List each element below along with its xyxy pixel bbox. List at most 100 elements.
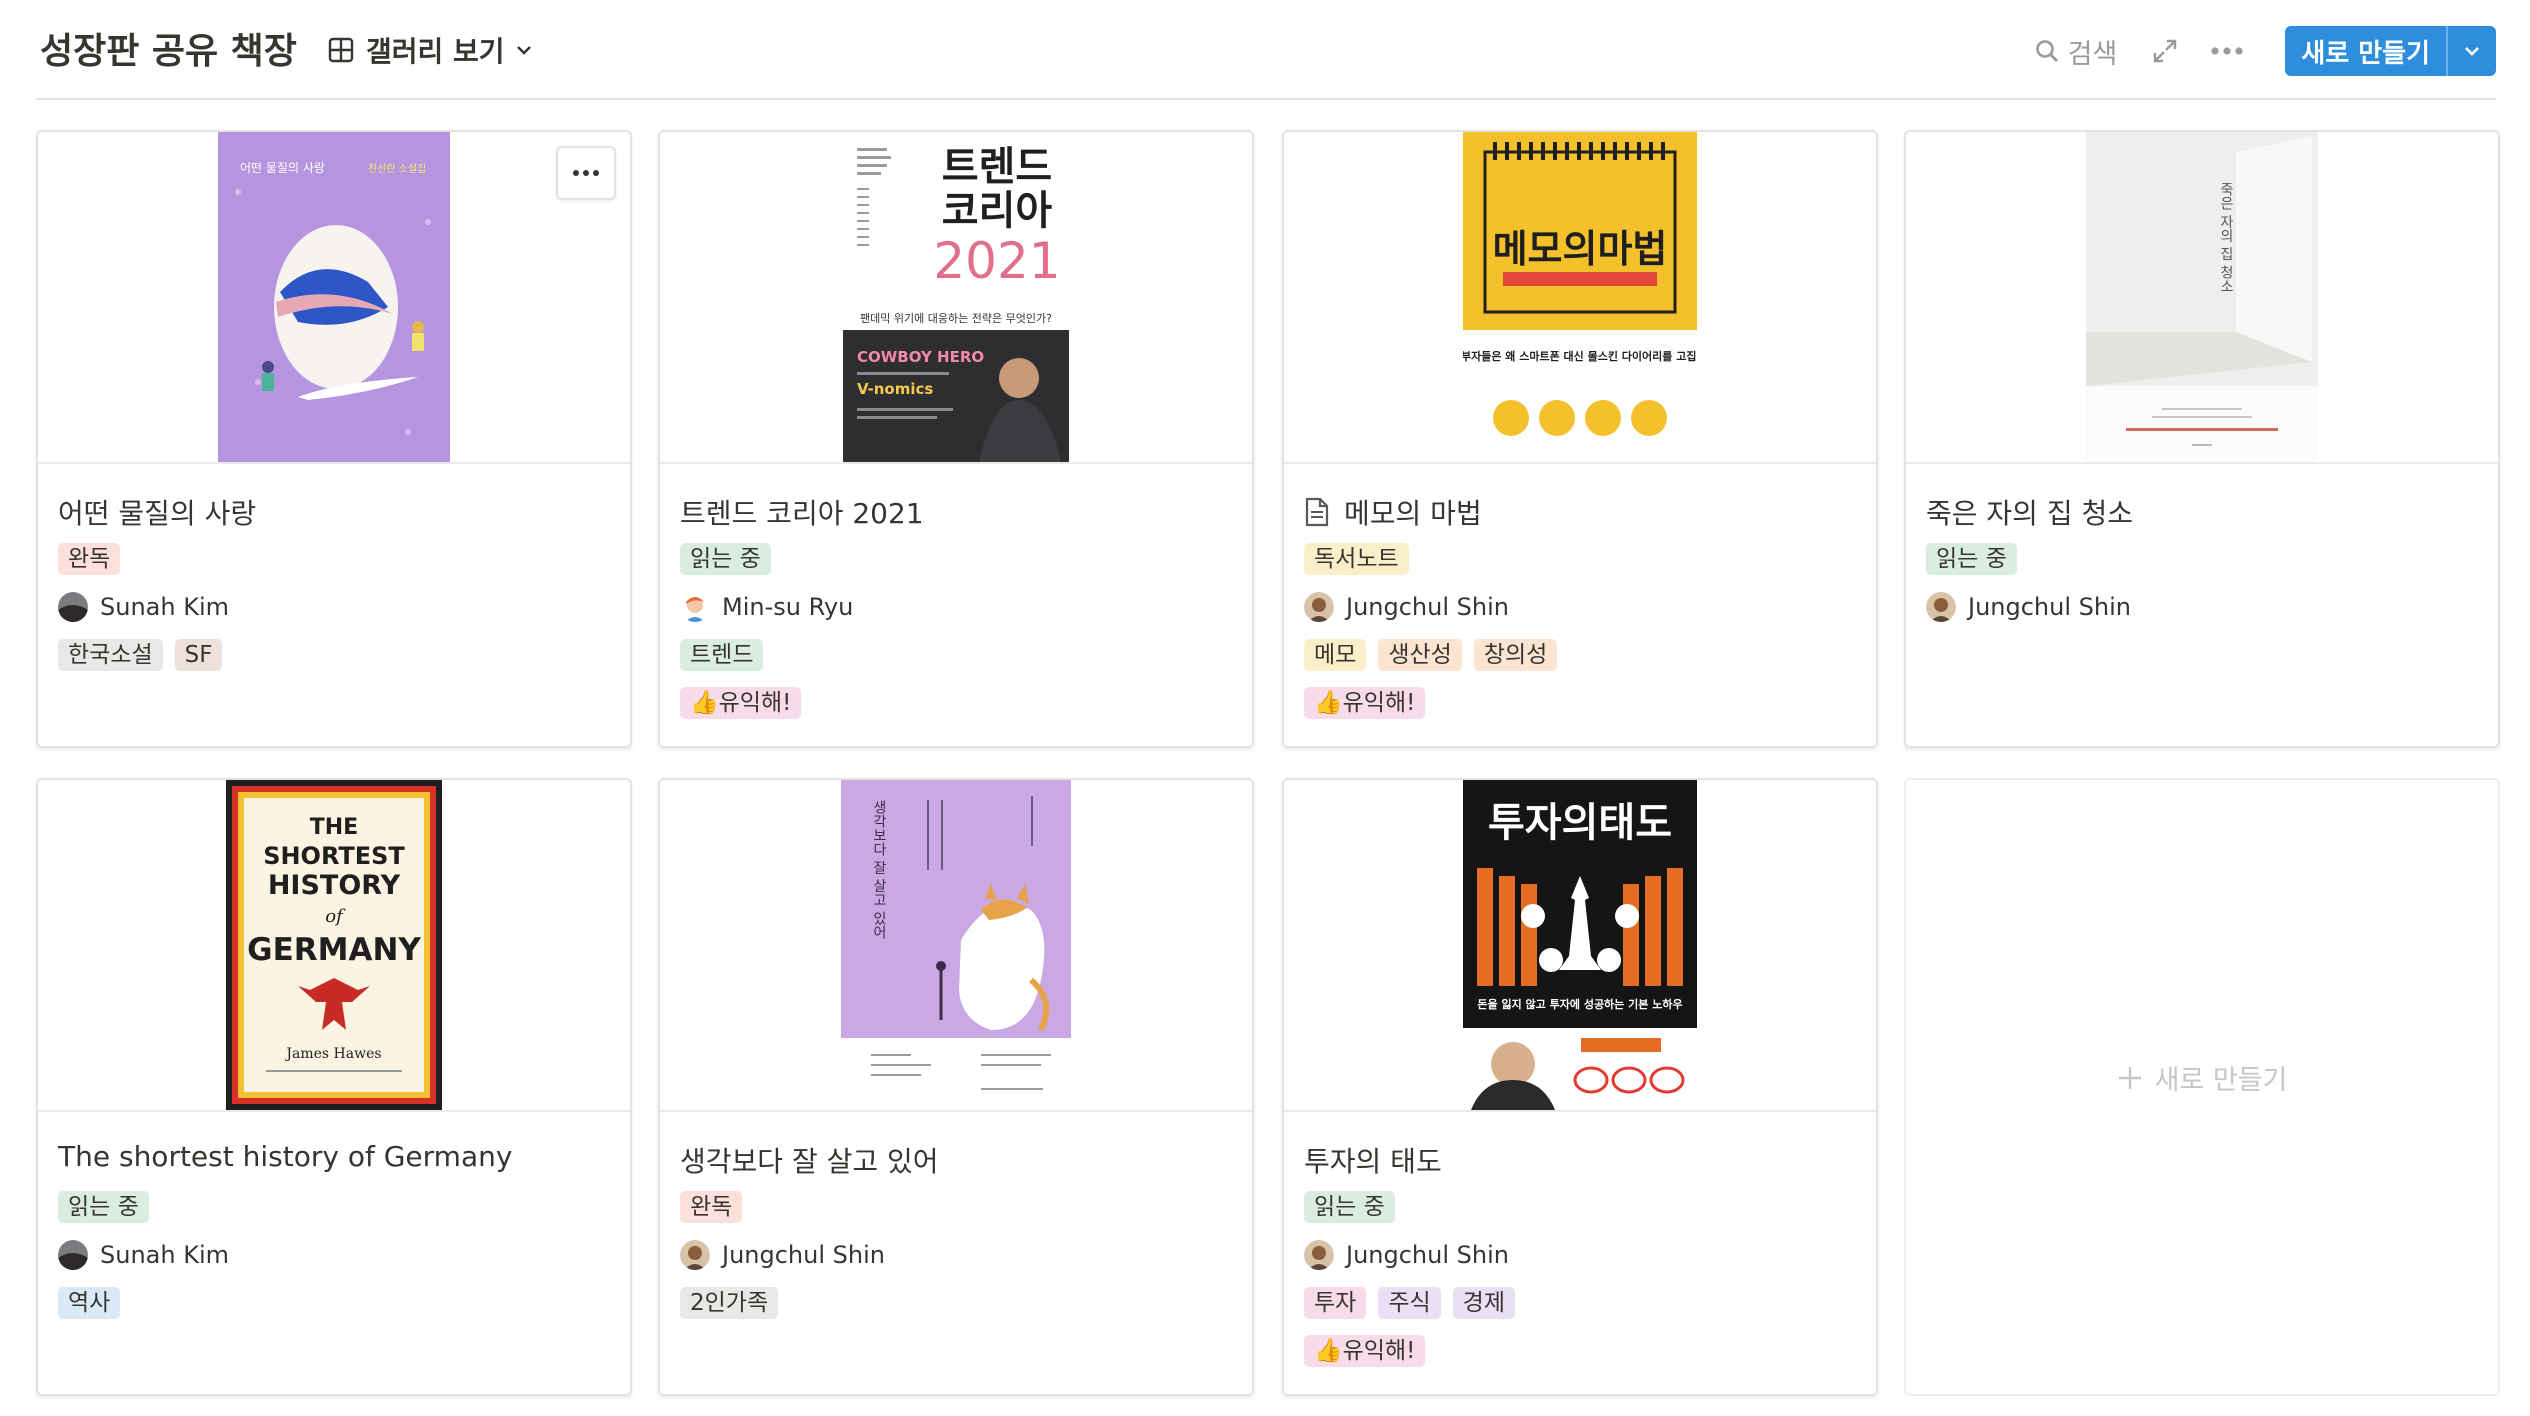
- status-row: 읽는 중: [58, 1190, 161, 1224]
- book-cover: THE SHORTEST HISTORY of GERMANY James Ha…: [38, 780, 630, 1112]
- owner-person: Min-su Ryu: [680, 592, 853, 622]
- owner-row: Min-su Ryu: [680, 590, 853, 624]
- tag: 메모: [1304, 639, 1367, 671]
- tag: 한국소설: [58, 639, 163, 671]
- extra-tag-row: 👍유익해!: [1304, 686, 1437, 720]
- database-title[interactable]: 성장판 공유 책장: [40, 22, 297, 74]
- cover-line: GERMANY: [247, 932, 421, 968]
- book-cover-image: 생각보다 잘 살고 있어: [841, 780, 1071, 1110]
- book-cover: 생각보다 잘 살고 있어: [660, 780, 1252, 1112]
- more-options-icon: [573, 170, 599, 176]
- owner-person: Jungchul Shin: [1304, 1240, 1509, 1270]
- avatar: [1926, 592, 1956, 622]
- useful-tag: 👍유익해!: [680, 687, 802, 719]
- gallery-card[interactable]: 트렌드 코리아 2021 팬데믹 위기에 대응하는 전략은 무엇인가? COWB…: [658, 130, 1254, 748]
- owner-person: Jungchul Shin: [1304, 592, 1509, 622]
- cover-line: THE: [310, 815, 358, 840]
- gallery-card[interactable]: 생각보다 잘 살고 있어 생각보다 잘 살고 있어 완독 Jungchul Sh…: [658, 778, 1254, 1396]
- card-title: The shortest history of Germany: [58, 1140, 512, 1173]
- gallery-card[interactable]: 어떤 물질의 사랑 천선란 소설집 어떤 물질의 사랑 완독 Sunah Kim…: [36, 130, 632, 748]
- status-badge: 독서노트: [1304, 543, 1409, 575]
- status-row: 읽는 중: [1926, 542, 2029, 576]
- search-icon: [2035, 40, 2058, 62]
- avatar: [680, 592, 710, 622]
- tags-row: 한국소설 SF: [58, 638, 234, 672]
- chevron-down-icon: [2465, 47, 2479, 56]
- card-title-text: The shortest history of Germany: [58, 1140, 513, 1173]
- owner-name: Min-su Ryu: [722, 593, 854, 621]
- status-badge: 읽는 중: [1304, 1191, 1395, 1223]
- view-switcher[interactable]: 갤러리 보기: [328, 30, 533, 70]
- card-title: 트렌드 코리아 2021: [680, 492, 924, 532]
- owner-person: Jungchul Shin: [680, 1240, 885, 1270]
- tag: 2인가족: [680, 1287, 779, 1319]
- owner-person: Sunah Kim: [58, 1240, 229, 1270]
- tag: 창의성: [1473, 639, 1558, 671]
- card-title-text: 투자의 태도: [1304, 1145, 1442, 1178]
- gallery-card[interactable]: 투자의태도 돈을 잃지 않고 투자에 성공하는 기본 노하우 투자의 태도 읽는…: [1282, 778, 1878, 1396]
- avatar: [1304, 1240, 1334, 1270]
- gallery-view-icon: [328, 37, 354, 63]
- status-row: 읽는 중: [680, 542, 783, 576]
- chevron-down-icon: [516, 46, 531, 55]
- expand-icon[interactable]: [2151, 37, 2179, 65]
- cover-title: 어떤 물질의 사랑: [240, 161, 325, 175]
- more-options-icon[interactable]: [2209, 45, 2245, 57]
- cover-subtitle: 젊은 부자들은 왜 스마트폰 대신 몰스킨 다이어리를 고집할까?: [1463, 349, 1697, 363]
- new-button-dropdown[interactable]: [2446, 26, 2496, 76]
- card-title-text: 어떤 물질의 사랑: [58, 497, 257, 530]
- card-title-text: 죽은 자의 집 청소: [1926, 497, 2134, 530]
- new-button[interactable]: 새로 만들기: [2285, 26, 2446, 76]
- tags-row: 트렌드: [680, 638, 775, 672]
- view-label: 갤러리 보기: [366, 35, 505, 68]
- owner-name: Jungchul Shin: [1968, 593, 2131, 621]
- gallery-card[interactable]: 메모의마법 젊은 부자들은 왜 스마트폰 대신 몰스킨 다이어리를 고집할까? …: [1282, 130, 1878, 748]
- book-cover-image: 투자의태도 돈을 잃지 않고 투자에 성공하는 기본 노하우: [1463, 780, 1697, 1110]
- new-card-placeholder[interactable]: 새로 만들기: [1904, 778, 2500, 1396]
- database-header: 성장판 공유 책장 갤러리 보기 검색 새로 만들기: [36, 0, 2496, 100]
- tags-row: 메모 생산성 창의성: [1304, 638, 1569, 672]
- cover-author: James Hawes: [284, 1046, 381, 1062]
- extra-tag-row: 👍유익해!: [680, 686, 813, 720]
- plus-icon: [2118, 1066, 2141, 1089]
- useful-tag: 👍유익해!: [1304, 1335, 1426, 1367]
- extra-tag-row: 👍유익해!: [1304, 1334, 1437, 1368]
- owner-row: Sunah Kim: [58, 1238, 229, 1272]
- tags-row: 2인가족: [680, 1286, 790, 1320]
- book-cover: 어떤 물질의 사랑 천선란 소설집: [38, 132, 630, 464]
- cover-line: SHORTEST: [263, 842, 405, 870]
- owner-name: Jungchul Shin: [722, 1241, 885, 1269]
- card-more-button[interactable]: [556, 146, 616, 200]
- avatar: [1304, 592, 1334, 622]
- book-cover-image: 메모의마법 젊은 부자들은 왜 스마트폰 대신 몰스킨 다이어리를 고집할까?: [1463, 132, 1697, 462]
- tag: 경제: [1452, 1287, 1515, 1319]
- gallery-card[interactable]: THE SHORTEST HISTORY of GERMANY James Ha…: [36, 778, 632, 1396]
- search-button[interactable]: 검색: [2034, 32, 2117, 71]
- cover-subtitle: 돈을 잃지 않고 투자에 성공하는 기본 노하우: [1477, 997, 1682, 1011]
- owner-name: Sunah Kim: [100, 1241, 229, 1269]
- avatar: [58, 592, 88, 622]
- owner-row: Jungchul Shin: [680, 1238, 885, 1272]
- owner-row: Sunah Kim: [58, 590, 229, 624]
- card-title-text: 메모의 마법: [1344, 497, 1482, 530]
- tag: 트렌드: [680, 639, 764, 671]
- status-row: 읽는 중: [1304, 1190, 1407, 1224]
- gallery-card[interactable]: 죽은 자의 집 청소 죽은 자의 집 청소 읽는 중 Jungchul Shin: [1904, 130, 2500, 748]
- cover-keyword: COWBOY HERO: [857, 348, 984, 366]
- cover-line: HISTORY: [268, 870, 401, 901]
- card-title: 투자의 태도: [1304, 1140, 1442, 1180]
- owner-person: Sunah Kim: [58, 592, 229, 622]
- card-title: 생각보다 잘 살고 있어: [680, 1140, 939, 1180]
- tag: 투자: [1304, 1287, 1367, 1319]
- book-cover-image: 트렌드 코리아 2021 팬데믹 위기에 대응하는 전략은 무엇인가? COWB…: [843, 132, 1069, 462]
- owner-row: Jungchul Shin: [1304, 590, 1509, 624]
- tag: 생산성: [1378, 639, 1462, 671]
- status-row: 완독: [680, 1190, 754, 1224]
- status-badge: 읽는 중: [58, 1191, 149, 1223]
- useful-tag: 👍유익해!: [1304, 687, 1426, 719]
- avatar: [680, 1240, 710, 1270]
- tag: SF: [174, 639, 223, 671]
- book-cover: 메모의마법 젊은 부자들은 왜 스마트폰 대신 몰스킨 다이어리를 고집할까?: [1284, 132, 1876, 464]
- cover-keyword-2: V-nomics: [857, 380, 933, 398]
- page-icon: [1305, 497, 1329, 527]
